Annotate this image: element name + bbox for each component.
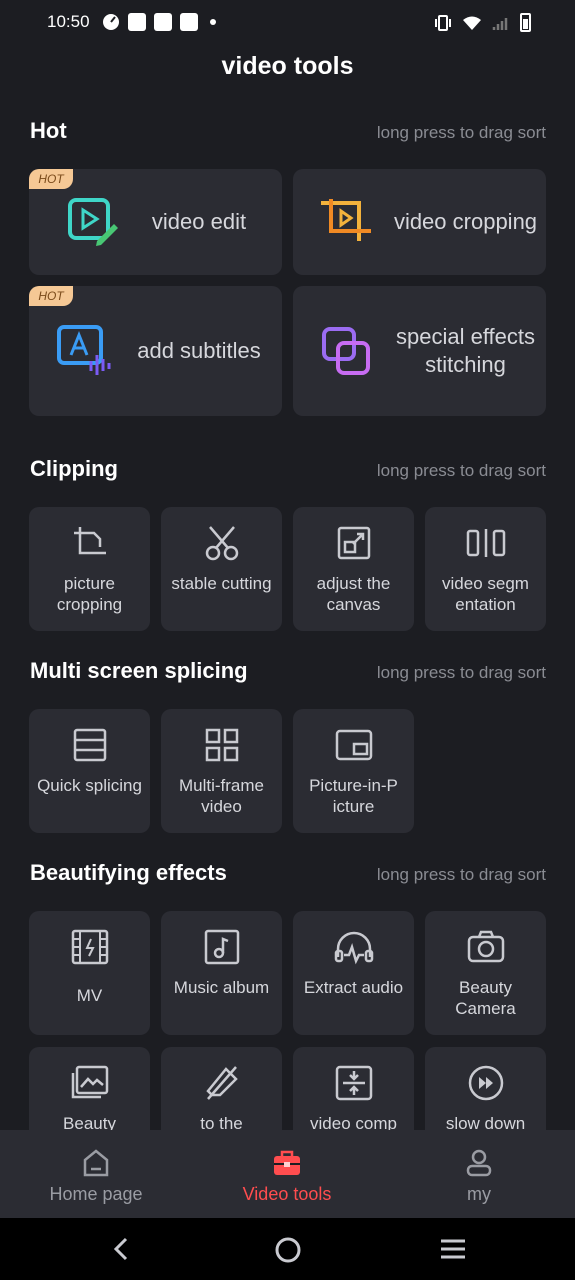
tool-label: video cropping bbox=[393, 209, 538, 234]
tool-label: Music album bbox=[173, 978, 270, 997]
headphones-icon bbox=[334, 931, 373, 965]
section-hint: long press to drag sort bbox=[376, 461, 546, 480]
tool-mv[interactable]: MV bbox=[29, 911, 150, 1035]
nav-home[interactable]: Home page bbox=[0, 1130, 192, 1218]
signal-icon bbox=[492, 17, 508, 30]
tool-slow-down[interactable]: slow down bbox=[425, 1047, 546, 1130]
section-title: Multi screen splicing bbox=[30, 658, 248, 683]
tool-video-segmentation[interactable]: video segm entation bbox=[425, 507, 546, 631]
section-title: Clipping bbox=[30, 456, 118, 481]
tool-beauty[interactable]: Beauty bbox=[29, 1047, 150, 1130]
nav-label: my bbox=[467, 1184, 491, 1204]
eraser-icon bbox=[205, 1066, 238, 1100]
segment-icon bbox=[466, 529, 505, 557]
tool-label: add subtitles bbox=[137, 338, 261, 363]
music-album-icon bbox=[204, 929, 239, 965]
section-title: Hot bbox=[30, 118, 67, 143]
vibrate-icon bbox=[435, 14, 451, 31]
section-hint: long press to drag sort bbox=[376, 865, 546, 884]
scissors-icon bbox=[205, 526, 238, 561]
speed-icon bbox=[103, 14, 119, 30]
back-icon[interactable] bbox=[110, 1237, 134, 1261]
tool-label: picture cropping bbox=[56, 574, 123, 614]
tool-adjust-the-canvas[interactable]: adjust the canvas bbox=[293, 507, 414, 631]
tool-video-cropping[interactable]: video cropping bbox=[293, 169, 546, 275]
tool-quick-splicing[interactable]: Quick splicing bbox=[29, 709, 150, 833]
status-bar: 10:50 bbox=[0, 0, 575, 46]
hot-badge: HOT bbox=[29, 169, 73, 189]
battery-icon bbox=[520, 13, 531, 32]
section-title: Beautifying effects bbox=[30, 860, 227, 885]
nav-label: Video tools bbox=[242, 1184, 332, 1204]
dot-icon bbox=[210, 19, 216, 25]
pip-icon bbox=[335, 729, 372, 761]
home-circle-icon[interactable] bbox=[274, 1236, 302, 1264]
hot-badge: HOT bbox=[29, 286, 73, 306]
tool-label: video comp bbox=[310, 1114, 397, 1130]
tool-label: video edit bbox=[151, 209, 247, 234]
system-nav-bar bbox=[0, 1218, 575, 1280]
video-crop-icon bbox=[321, 199, 371, 241]
nav-label: Home page bbox=[49, 1184, 143, 1204]
status-time: 10:50 bbox=[47, 12, 90, 31]
tool-label: special effects stitching bbox=[395, 324, 535, 377]
home-icon bbox=[83, 1149, 109, 1177]
tool-label: Picture-in-P icture bbox=[309, 776, 398, 816]
tool-to-the[interactable]: to the bbox=[161, 1047, 282, 1130]
nav-my[interactable]: my bbox=[383, 1130, 575, 1218]
tool-picture-cropping[interactable]: picture cropping bbox=[29, 507, 150, 631]
tools-scroll-area[interactable]: Hot long press to drag sort HOT video ed… bbox=[0, 100, 575, 1130]
tool-label: Quick splicing bbox=[37, 776, 142, 795]
toolbox-icon bbox=[274, 1150, 300, 1175]
camera-icon bbox=[467, 930, 504, 963]
tool-label: Beauty bbox=[63, 1114, 116, 1130]
bottom-nav: Home page Video tools my bbox=[0, 1130, 575, 1218]
tool-label: Extract audio bbox=[303, 978, 404, 997]
mail-icon bbox=[154, 13, 172, 31]
recents-icon[interactable] bbox=[439, 1237, 467, 1261]
tool-stable-cutting[interactable]: stable cutting bbox=[161, 507, 282, 631]
video-edit-icon bbox=[68, 198, 118, 246]
section-hint: long press to drag sort bbox=[376, 123, 546, 142]
tool-label: video segm entation bbox=[442, 574, 529, 614]
tool-label: MV bbox=[76, 986, 103, 1005]
page-title: video tools bbox=[221, 52, 354, 80]
canvas-icon bbox=[337, 526, 370, 560]
image-icon bbox=[71, 1065, 108, 1099]
nav-video-tools[interactable]: Video tools bbox=[191, 1130, 383, 1218]
fast-forward-icon bbox=[468, 1065, 503, 1101]
tool-label: adjust the canvas bbox=[316, 574, 391, 614]
film-icon bbox=[71, 929, 108, 965]
quick-splice-icon bbox=[73, 728, 106, 762]
tool-label: slow down bbox=[445, 1114, 526, 1130]
tool-special-effects-stitching[interactable]: special effects stitching bbox=[293, 286, 546, 416]
tool-video-edit[interactable]: HOT video edit bbox=[29, 169, 282, 275]
tool-add-subtitles[interactable]: HOT add subtitles bbox=[29, 286, 282, 416]
tool-label: to the bbox=[200, 1114, 243, 1130]
effects-stitch-icon bbox=[322, 327, 370, 375]
tool-music-album[interactable]: Music album bbox=[161, 911, 282, 1035]
tool-label: Multi-frame video bbox=[178, 776, 264, 816]
multiframe-icon bbox=[205, 728, 238, 762]
wifi-icon bbox=[463, 16, 481, 30]
section-hint: long press to drag sort bbox=[376, 663, 546, 682]
tool-multi-frame-video[interactable]: Multi-frame video bbox=[161, 709, 282, 833]
mail-icon bbox=[180, 13, 198, 31]
tool-label: stable cutting bbox=[171, 574, 272, 593]
subtitles-icon bbox=[57, 325, 111, 375]
tool-beauty-camera[interactable]: Beauty Camera bbox=[425, 911, 546, 1035]
tool-label: Beauty Camera bbox=[455, 978, 516, 1018]
crop-icon bbox=[73, 527, 106, 555]
tool-picture-in-picture[interactable]: Picture-in-P icture bbox=[293, 709, 414, 833]
tool-extract-audio[interactable]: Extract audio bbox=[293, 911, 414, 1035]
mail-icon bbox=[128, 13, 146, 31]
user-icon bbox=[466, 1149, 492, 1177]
compress-icon bbox=[335, 1065, 372, 1101]
tool-video-compress[interactable]: video comp bbox=[293, 1047, 414, 1130]
